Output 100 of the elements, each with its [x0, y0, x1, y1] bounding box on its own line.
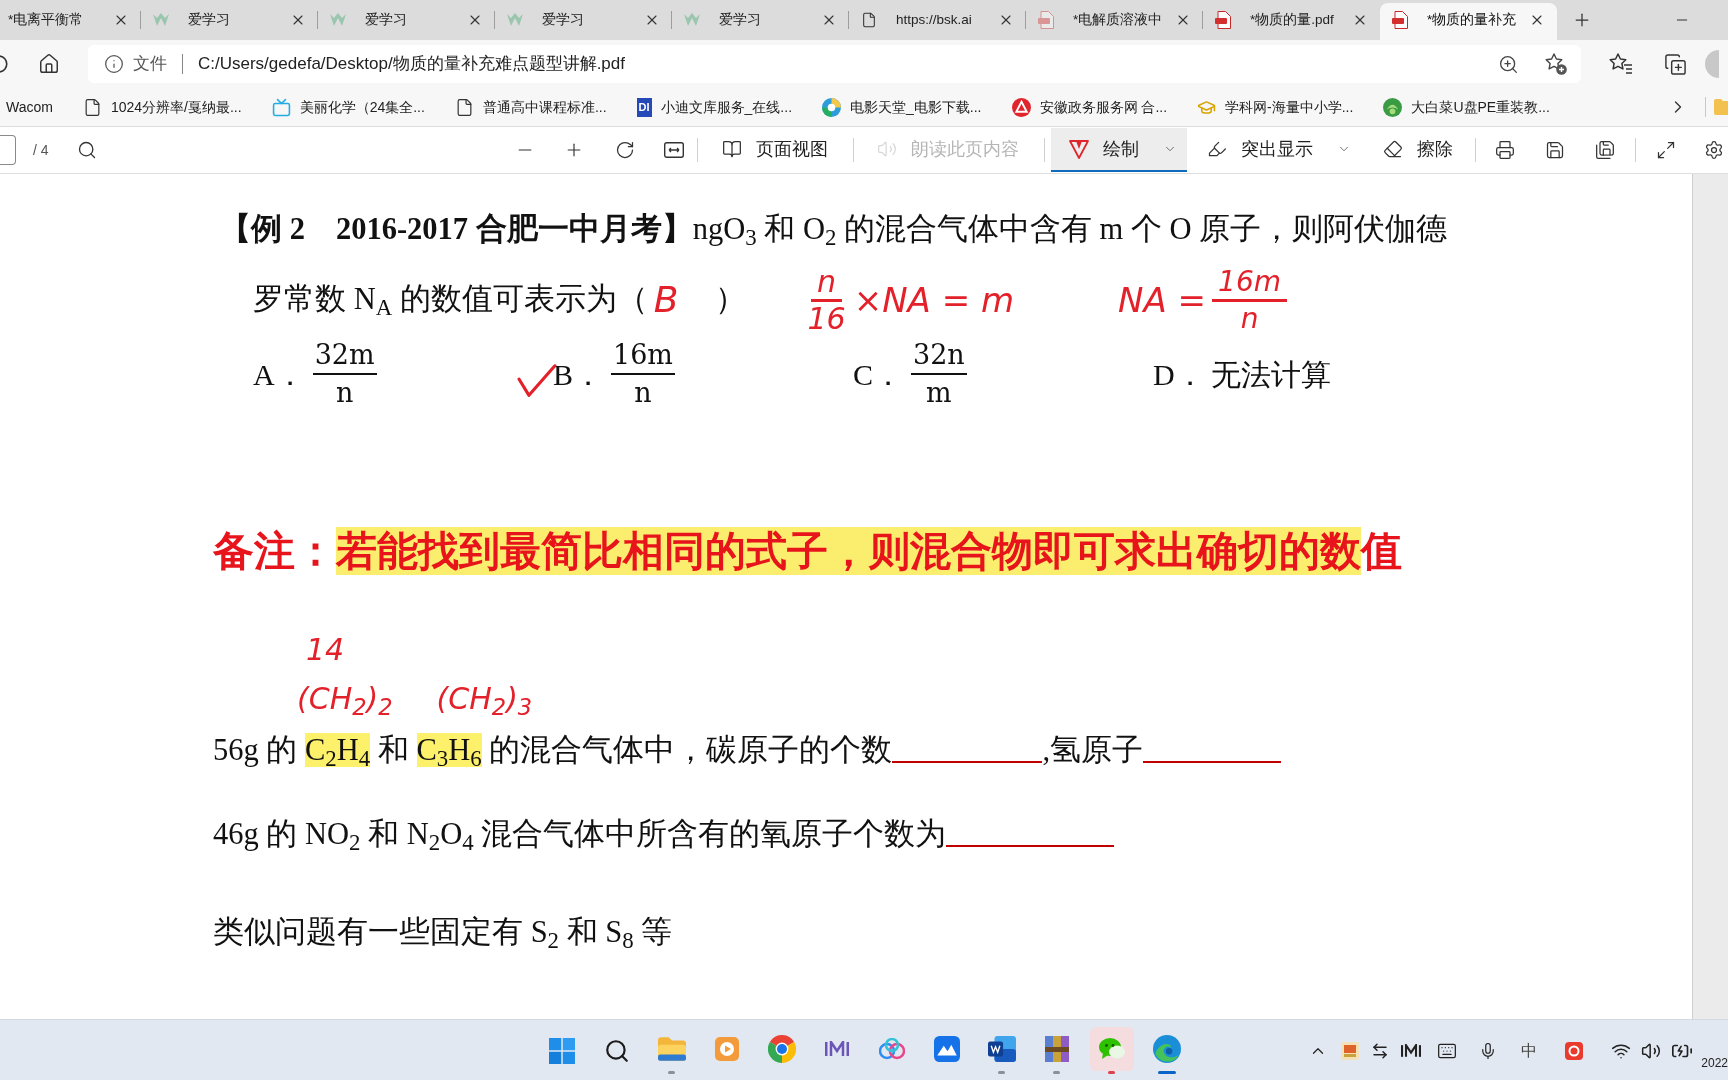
app-tile-icon[interactable]: [1341, 1041, 1360, 1060]
handwritten-formula: (CH$_{2}$)$_{3}$: [436, 680, 533, 718]
site-info-button[interactable]: 文件: [104, 51, 167, 77]
save-as-icon[interactable]: [1594, 140, 1615, 160]
folder-icon[interactable]: [657, 1037, 686, 1061]
tv-icon: [271, 97, 291, 117]
handwritten-denominator: 16: [807, 301, 846, 336]
circle-logo-icon: [1011, 97, 1031, 117]
mountain-tile-icon[interactable]: [933, 1036, 960, 1062]
bookmark-item[interactable]: Wacom: [6, 96, 53, 118]
handwritten-denominator: n: [1240, 301, 1259, 336]
handwritten-formula: (CH$_{2}$)$_{2}$: [297, 680, 393, 718]
save-icon[interactable]: [1544, 140, 1565, 160]
option-letter: A．: [253, 356, 305, 393]
arrows-icon[interactable]: [1371, 1041, 1390, 1060]
page-number-field[interactable]: [0, 135, 16, 165]
browser-tab[interactable]: *电离平衡常: [0, 3, 141, 40]
option-letter: D．: [1153, 356, 1205, 393]
question-text: ）: [714, 281, 746, 319]
handwritten-equation: NA =: [1118, 278, 1207, 322]
chat-bubble-icon[interactable]: [1098, 1038, 1125, 1060]
question-text: 【例 2 2016-2017 合肥一中月考】ngO$_{3}$ 和 O$_{2}$ 的混合气体中含有 m 个 O 原子，则阿伏伽德: [220, 211, 1449, 248]
book-icon: [721, 139, 742, 159]
ring-logo-icon[interactable]: [767, 1035, 796, 1063]
bookmark-item[interactable]: DI 小迪文库服务_在线...: [636, 96, 793, 118]
toolbar-button[interactable]: 绘制: [1050, 128, 1187, 172]
stacked-books-icon[interactable]: [1044, 1036, 1069, 1062]
browser-tab[interactable]: *物质的量.pdf: [1203, 3, 1380, 40]
fit-width-icon[interactable]: [663, 142, 684, 158]
leaf-logo-icon: [1383, 97, 1403, 117]
handwritten-equation: ×NA = m: [853, 278, 1015, 322]
app-tile[interactable]: [1089, 1027, 1134, 1071]
bookmark-item[interactable]: 电影天堂_电影下载...: [822, 96, 982, 118]
favorites-icon[interactable]: [1609, 53, 1633, 75]
eraser-icon: [1382, 139, 1403, 159]
app-tile-icon[interactable]: [1565, 1041, 1584, 1060]
browser-tab[interactable]: 爱学习: [318, 3, 495, 40]
fraction-denominator: m: [926, 376, 952, 410]
add-favorite-icon[interactable]: [1545, 53, 1567, 75]
remark-text: 备注：若能找到最简比相同的式子，则混合物即可求出确切的数值: [213, 528, 1403, 574]
browser-tab[interactable]: 爱学习: [672, 3, 849, 40]
search-icon[interactable]: [603, 1037, 630, 1064]
fraction-numerator: 16m: [611, 337, 675, 375]
fraction-denominator: n: [634, 376, 652, 410]
wave-circle-icon[interactable]: [1152, 1035, 1181, 1063]
bookmark-item[interactable]: 学科网-海量中小学...: [1197, 96, 1354, 118]
speaker-icon: [876, 139, 897, 159]
swirl-logo-icon: [822, 97, 842, 117]
input-method-text[interactable]: 中: [1521, 1038, 1538, 1063]
exercise-text: ,氢原子: [1042, 732, 1143, 769]
fraction-numerator: 32m: [312, 337, 377, 375]
bookmark-item[interactable]: 美丽化学（24集全...: [271, 96, 425, 118]
bookmark-item[interactable]: 大白菜U盘PE重装教...: [1383, 96, 1550, 118]
zoom-in-icon[interactable]: [1498, 53, 1519, 75]
exercise-text: 类似问题有一些固定有 S$_{2}$ 和 S$_{8}$ 等: [213, 914, 673, 951]
exercise-text: 56g 的 C$_{2}$H$_{4}$ 和 C$_{3}$H$_{6}$ 的混合气体中，碳原子的个数: [213, 732, 893, 769]
option-letter: B．: [553, 356, 603, 393]
toolbar-button[interactable]: 擦除: [1370, 128, 1465, 172]
toolbar-button[interactable]: 突出显示: [1194, 128, 1361, 172]
browser-tab[interactable]: *电解质溶液中: [1026, 3, 1203, 40]
play-tile-icon[interactable]: [714, 1037, 739, 1061]
bookmark-item[interactable]: 安徽政务服务网 合...: [1011, 96, 1168, 118]
handwritten-answer: B: [653, 278, 679, 322]
exercise-text: 46g 的 NO$_{2}$ 和 N$_{2}$O$_{4}$ 混合气体中所含有的氧原子个数为: [213, 816, 947, 853]
highlighter-icon: [1206, 139, 1227, 159]
browser-tab[interactable]: *物质的量补充: [1380, 3, 1557, 40]
fraction-numerator: 32n: [911, 337, 967, 375]
bookmark-item[interactable]: 普通高中课程标准...: [454, 96, 607, 118]
rings-logo-icon[interactable]: [878, 1038, 905, 1060]
fullscreen-icon[interactable]: [1655, 140, 1676, 160]
info-icon: [104, 54, 124, 74]
fraction-denominator: n: [335, 376, 354, 410]
option-text: 无法计算: [1210, 356, 1331, 393]
page-count-text: / 4: [33, 140, 49, 160]
browser-tab[interactable]: 爱学习: [495, 3, 672, 40]
handwritten-numerator: n: [811, 264, 843, 302]
site-logo: DI: [636, 97, 652, 117]
start-menu-icon[interactable]: [548, 1037, 575, 1064]
rotate-icon[interactable]: [614, 140, 635, 160]
settings-icon[interactable]: [1703, 140, 1724, 160]
triangle-icon: [1068, 139, 1089, 159]
handwritten-number: 14: [306, 632, 345, 668]
search-icon[interactable]: [76, 140, 97, 160]
bars-logo-icon[interactable]: [1401, 1043, 1422, 1058]
collections-icon[interactable]: [1664, 52, 1687, 76]
document-tile-icon[interactable]: [987, 1036, 1016, 1062]
refresh-icon[interactable]: [0, 54, 8, 74]
browser-tab[interactable]: 爱学习: [141, 3, 318, 40]
url-text[interactable]: C:/Users/gedefa/Desktop/物质的量补充难点题型讲解.pdf: [198, 51, 625, 77]
browser-tab[interactable]: https://bsk.ai: [849, 3, 1026, 40]
scrollbar-track[interactable]: [1692, 174, 1728, 1019]
option-letter: C．: [853, 356, 903, 393]
address-bar[interactable]: 文件 C:/Users/gedefa/Desktop/物质的量补充难点题型讲解.pdf: [88, 45, 1581, 83]
print-icon[interactable]: [1494, 140, 1515, 160]
bookmark-item[interactable]: 1024分辨率/戛纳最...: [82, 96, 242, 118]
toolbar-button[interactable]: 页面视图: [709, 128, 840, 172]
clock-text[interactable]: 2022: [1701, 1054, 1728, 1072]
home-icon[interactable]: [38, 53, 60, 75]
handwritten-numerator: 16m: [1212, 264, 1287, 302]
question-text: 罗常数 N$_{A}$ 的数值可表示为（: [253, 281, 648, 322]
